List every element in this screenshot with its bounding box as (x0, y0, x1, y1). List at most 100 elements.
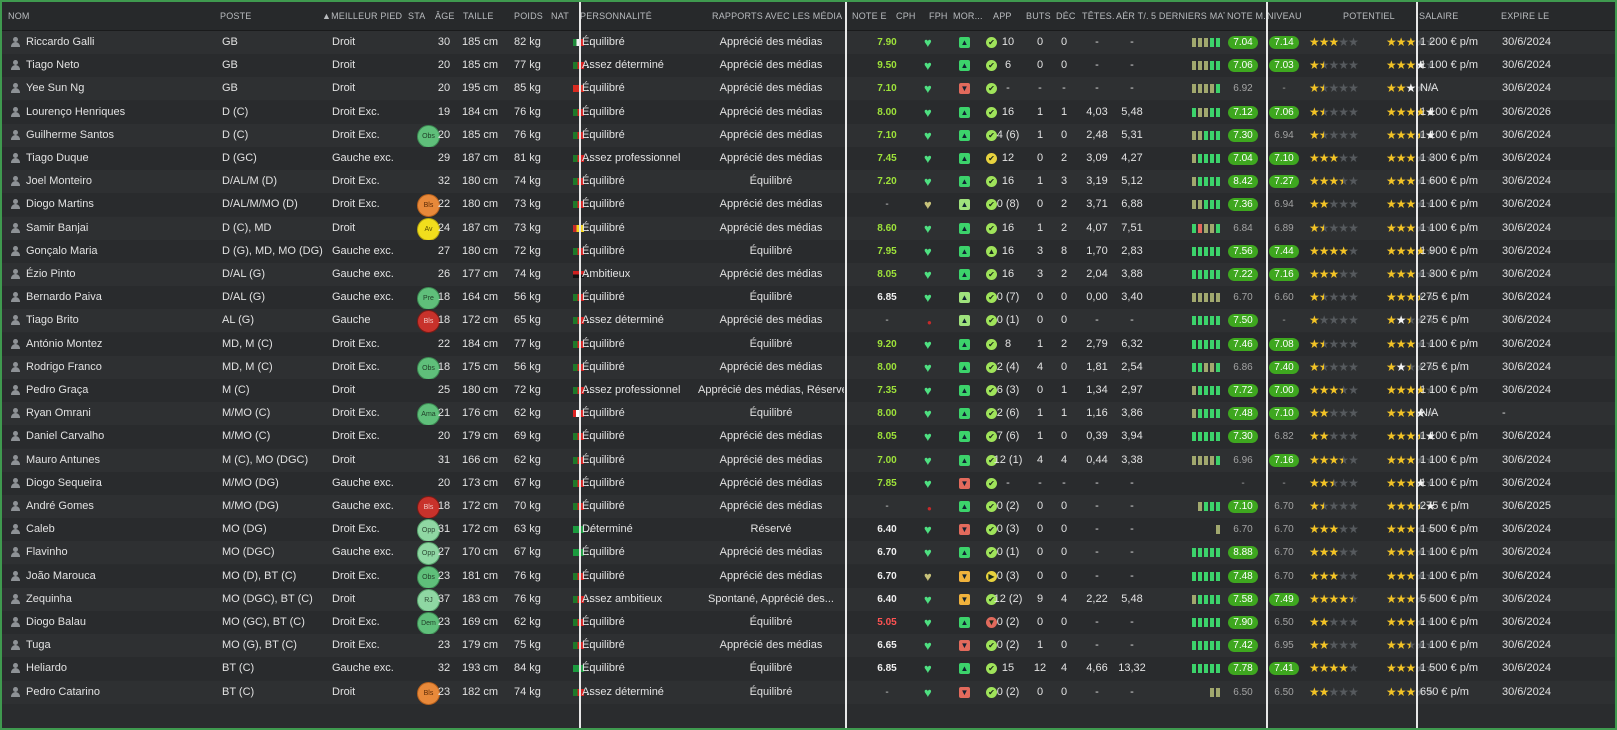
average-rating-pill: 7.06 (1269, 105, 1299, 119)
column-header[interactable]: POSTE (220, 11, 320, 21)
media-handling: Apprécié des médias (719, 152, 823, 164)
appearances: 4 (6) (996, 128, 1020, 141)
match-fitness-icon: ▲ (959, 431, 970, 443)
height: 187 cm (462, 152, 499, 164)
table-row[interactable]: Daniel Carvalho M/MO (C) Droit Exc. 20 179 c… (2, 425, 1615, 449)
table-row[interactable]: Joel Monteiro D/AL/M (D) Droit Exc. 32 180 c… (2, 170, 1615, 194)
age: 27 (437, 546, 451, 559)
column-header[interactable]: ▲MEILLEUR PIED (322, 11, 402, 21)
star-icon: ★ (1405, 452, 1417, 467)
age: 21 (437, 407, 451, 420)
table-row[interactable]: Pedro Graça M (C) Droit 25 180 cm 72 kg.. Asse… (2, 379, 1615, 402)
star-icon: ★ (1318, 545, 1330, 560)
table-row[interactable]: António Montez MD, M (C) Droit Exc. 22 184 c… (2, 332, 1615, 356)
form-bar (1198, 200, 1202, 210)
column-header[interactable]: SALAIRE (1419, 11, 1499, 21)
level-stars: ★★★★★ (1309, 518, 1359, 541)
table-row[interactable]: Tiago Brito AL (G) Gauche Bls 18 172 cm 65 kg.… (2, 309, 1615, 334)
table-row[interactable]: André Gomes M/MO (DG) Gauche exc. Bls 18 172 … (2, 495, 1615, 519)
table-row[interactable]: Rodrigo Franco MD, M (C) Droit Exc. Obs 18 17… (2, 355, 1615, 380)
column-header[interactable]: STA (408, 11, 432, 21)
best-foot: Gauche exc. (332, 152, 394, 164)
table-row[interactable]: Riccardo Galli GB Droit 30 185 cm 82 kg.. Équi… (2, 31, 1615, 54)
star-icon: ★ (1386, 58, 1397, 73)
form-bar (1198, 502, 1202, 511)
table-row[interactable]: Lourenço Henriques D (C) Droit Exc. 19 184 c… (2, 100, 1615, 124)
column-header[interactable]: NAT (551, 11, 577, 21)
column-header[interactable]: RAPPORTS AVEC LES MÉDIAS (712, 11, 842, 21)
form-bar (1216, 246, 1220, 256)
table-row[interactable]: Ézio Pinto D/AL (G) Gauche exc. 26 177 cm 74 … (2, 263, 1615, 286)
table-row[interactable]: Tuga MO (G), BT (C) Droit Exc. 23 179 cm 75 k… (2, 634, 1615, 658)
table-row[interactable]: Mauro Antunes M (C), MO (DGC) Droit 31 166 c… (2, 448, 1615, 472)
contract-expiry: 30/6/2024 (1502, 639, 1551, 652)
column-header[interactable]: NOTE M... (1227, 11, 1265, 21)
media-handling: Équilibré (749, 407, 793, 420)
table-row[interactable]: Yee Sun Ng GB Droit 20 195 cm 85 kg.. Équilibr… (2, 77, 1615, 101)
aerial-stat: - (1130, 685, 1134, 698)
star-icon: ★ (1395, 684, 1407, 699)
star-icon: ★ (1309, 568, 1320, 583)
height: 184 cm (462, 337, 499, 350)
column-header[interactable]: EXPIRE LE (1501, 11, 1611, 21)
table-row[interactable]: Gonçalo Maria D (G), MD, MO (DG) Gauche ex… (2, 239, 1615, 263)
personality: Équilibré (582, 639, 625, 652)
column-header[interactable]: MOR... (953, 11, 987, 21)
best-foot: Droit (332, 685, 356, 698)
table-row[interactable]: Zequinha MO (DGC), BT (C) Droit RJ 37 183 cm 7… (2, 587, 1615, 612)
column-header[interactable]: PERSONNALITÉ (580, 11, 710, 21)
star-icon: ★ (1309, 104, 1320, 119)
column-header[interactable]: POIDS (514, 11, 550, 21)
table-row[interactable]: Diogo Martins D/AL/M/MO (D) Droit Exc. Bls 2… (2, 193, 1615, 218)
star-icon: ★ (1309, 591, 1320, 606)
star-icon: ★ (1405, 220, 1417, 235)
table-row[interactable]: Ryan Omrani M/MO (C) Droit Exc. Ama 21 176 cm… (2, 402, 1615, 427)
table-row[interactable]: João Marouca MO (D), BT (C) Droit Exc. Obs 2… (2, 564, 1615, 589)
contract-expiry: 30/6/2024 (1502, 59, 1551, 72)
column-header[interactable]: ÂGE (435, 11, 461, 21)
table-row[interactable]: Tiago Duque D (GC) Gauche exc. 29 187 cm 81 k… (2, 147, 1615, 170)
column-header[interactable]: NIVEAU (1267, 11, 1337, 21)
match-fitness-icon: ▲ (959, 292, 970, 304)
column-header[interactable]: TAILLE (463, 11, 511, 21)
star-icon: ★ (1309, 197, 1320, 212)
column-header[interactable]: APP (993, 11, 1023, 21)
star-icon: ★ (1395, 591, 1407, 606)
best-foot: Droit (332, 59, 356, 72)
column-header[interactable]: 5 DERNIERS MAT... (1151, 11, 1225, 21)
best-foot: Droit (332, 453, 356, 466)
table-row[interactable]: Caleb MO (DG) Droit Exc. Opp 31 172 cm 63 kg..… (2, 518, 1615, 543)
column-header[interactable]: BUTS (1026, 11, 1054, 21)
star-icon: ★ (1405, 568, 1417, 583)
column-header[interactable]: NOM (8, 11, 148, 21)
column-header[interactable]: AÉR T/... (1116, 11, 1148, 21)
table-row[interactable]: Bernardo Paiva D/AL (G) Gauche exc. Pre 18 16… (2, 286, 1615, 311)
table-row[interactable]: Tiago Neto GB Droit 20 185 cm 77 kg.. Assez dé… (2, 54, 1615, 78)
salary: 1 100 € p/m (1420, 59, 1479, 72)
scout-rating: 7.95 (877, 245, 897, 257)
person-icon (11, 408, 20, 419)
column-header[interactable]: CPH (896, 11, 926, 21)
star-icon: ★ (1395, 127, 1407, 142)
table-row[interactable]: Guilherme Santos D (C) Droit Exc. Obs 20 185 … (2, 123, 1615, 148)
table-row[interactable]: Samir Banjai D (C), MD Droit Av 24 187 cm 73 k… (2, 216, 1615, 241)
player-name: João Marouca (26, 569, 96, 582)
column-header[interactable]: POTENTIEL (1343, 11, 1413, 21)
star-icon: ★ (1328, 290, 1340, 305)
age: 20 (437, 430, 451, 443)
table-row[interactable]: Heliardo BT (C) Gauche exc. 32 193 cm 84 kg..… (2, 657, 1615, 681)
column-header[interactable]: TÊTES... (1082, 11, 1114, 21)
column-header[interactable]: DÉC (1056, 11, 1078, 21)
column-header[interactable]: FPH (929, 11, 949, 21)
star-icon: ★ (1405, 243, 1417, 258)
condition-heart-icon: ♥ (924, 684, 932, 700)
table-row[interactable]: Diogo Balau MO (GC), BT (C) Droit Exc. Dem 2… (2, 611, 1615, 635)
form-bars (1192, 84, 1226, 94)
table-row[interactable]: Flavinho MO (DGC) Gauche exc. Opp 27 170 cm 67… (2, 541, 1615, 566)
star-icon: ★ (1386, 568, 1397, 583)
match-fitness-icon: ▼ (959, 477, 970, 489)
star-icon: ★ (1338, 58, 1349, 73)
table-row[interactable]: Diogo Sequeira M/MO (DG) Gauche exc. 20 173 … (2, 471, 1615, 495)
table-row[interactable]: Pedro Catarino BT (C) Droit Bls 23 182 cm 74 k… (2, 680, 1615, 705)
column-header[interactable]: NOTE E (852, 11, 892, 21)
